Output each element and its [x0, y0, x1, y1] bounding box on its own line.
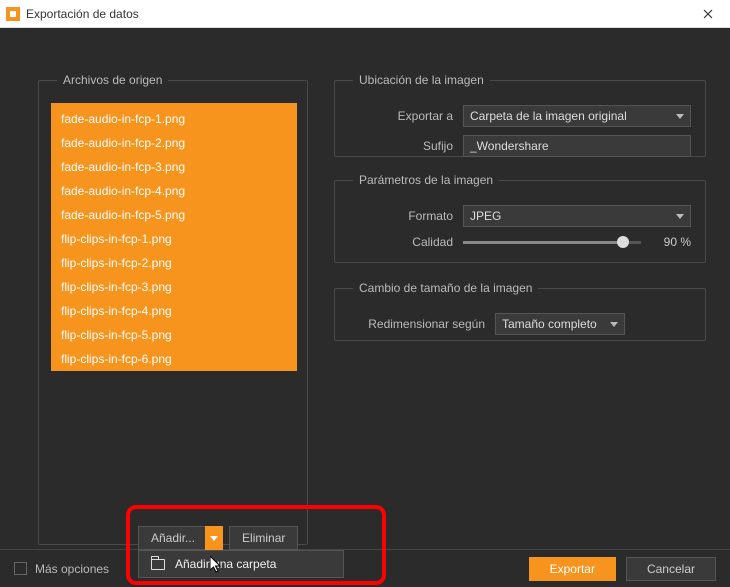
add-button[interactable]: Añadir...	[138, 526, 205, 550]
source-files-legend: Archivos de origen	[57, 73, 168, 87]
close-icon[interactable]	[686, 0, 730, 28]
list-item[interactable]: fade-audio-in-fcp-5.png	[51, 203, 297, 227]
chevron-down-icon	[676, 214, 684, 219]
remove-button[interactable]: Eliminar	[229, 526, 298, 550]
chevron-down-icon	[610, 322, 618, 327]
export-to-select[interactable]: Carpeta de la imagen original	[463, 105, 691, 127]
cancel-button-label: Cancelar	[647, 562, 695, 576]
list-item[interactable]: flip-clips-in-fcp-6.png	[51, 347, 297, 371]
list-item[interactable]: flip-clips-in-fcp-1.png	[51, 227, 297, 251]
source-files-group: Archivos de origen fade-audio-in-fcp-1.p…	[38, 73, 308, 545]
format-value: JPEG	[470, 209, 501, 223]
resize-label: Redimensionar según	[345, 317, 495, 331]
image-resize-group: Cambio de tamaño de la imagen Redimensio…	[334, 281, 706, 341]
image-params-legend: Parámetros de la imagen	[353, 173, 499, 187]
image-location-legend: Ubicación de la imagen	[353, 73, 490, 87]
add-folder-item[interactable]: Añadir una carpeta	[175, 557, 276, 571]
window-title: Exportación de datos	[26, 7, 139, 21]
suffix-label: Sufijo	[345, 139, 463, 153]
add-dropdown-menu: Añadir una carpeta	[138, 550, 344, 578]
more-options-label: Más opciones	[35, 562, 109, 576]
add-button-label: Añadir...	[151, 531, 195, 545]
list-item[interactable]: flip-clips-in-fcp-2.png	[51, 251, 297, 275]
chevron-down-icon	[676, 114, 684, 119]
resize-value: Tamaño completo	[502, 317, 597, 331]
dialog-footer: Más opciones Exportar Cancelar	[0, 549, 730, 587]
titlebar: Exportación de datos	[0, 0, 730, 28]
image-resize-legend: Cambio de tamaño de la imagen	[353, 281, 538, 295]
remove-button-label: Eliminar	[242, 531, 285, 545]
add-remove-group: Añadir... Eliminar	[138, 526, 298, 550]
export-dialog: Exportación de datos Archivos de origen …	[0, 0, 730, 587]
export-to-label: Exportar a	[345, 109, 463, 123]
file-list[interactable]: fade-audio-in-fcp-1.png fade-audio-in-fc…	[51, 103, 297, 371]
suffix-input[interactable]: _Wondershare	[463, 135, 691, 157]
list-item[interactable]: flip-clips-in-fcp-4.png	[51, 299, 297, 323]
image-location-group: Ubicación de la imagen Exportar a Carpet…	[334, 73, 706, 157]
export-to-value: Carpeta de la imagen original	[470, 109, 627, 123]
slider-fill	[463, 241, 623, 244]
suffix-value: _Wondershare	[470, 139, 549, 153]
add-button-dropdown-toggle[interactable]	[205, 526, 223, 550]
export-button-label: Exportar	[550, 562, 595, 576]
quality-label: Calidad	[345, 235, 463, 249]
export-button[interactable]: Exportar	[529, 557, 616, 581]
dialog-body: Archivos de origen fade-audio-in-fcp-1.p…	[0, 28, 730, 587]
format-label: Formato	[345, 209, 463, 223]
list-item[interactable]: fade-audio-in-fcp-4.png	[51, 179, 297, 203]
list-item[interactable]: fade-audio-in-fcp-1.png	[51, 107, 297, 131]
quality-value: 90 %	[655, 235, 691, 249]
resize-select[interactable]: Tamaño completo	[495, 313, 625, 335]
slider-thumb[interactable]	[617, 236, 629, 248]
list-item[interactable]: flip-clips-in-fcp-3.png	[51, 275, 297, 299]
folder-icon	[151, 559, 165, 570]
list-item[interactable]: flip-clips-in-fcp-5.png	[51, 323, 297, 347]
list-item[interactable]: fade-audio-in-fcp-2.png	[51, 131, 297, 155]
cancel-button[interactable]: Cancelar	[626, 557, 716, 581]
quality-slider[interactable]	[463, 241, 641, 244]
more-options-checkbox[interactable]	[14, 562, 27, 575]
image-params-group: Parámetros de la imagen Formato JPEG Cal…	[334, 173, 706, 263]
app-icon	[6, 7, 20, 21]
list-item[interactable]: fade-audio-in-fcp-3.png	[51, 155, 297, 179]
chevron-down-icon	[210, 536, 218, 541]
format-select[interactable]: JPEG	[463, 205, 691, 227]
